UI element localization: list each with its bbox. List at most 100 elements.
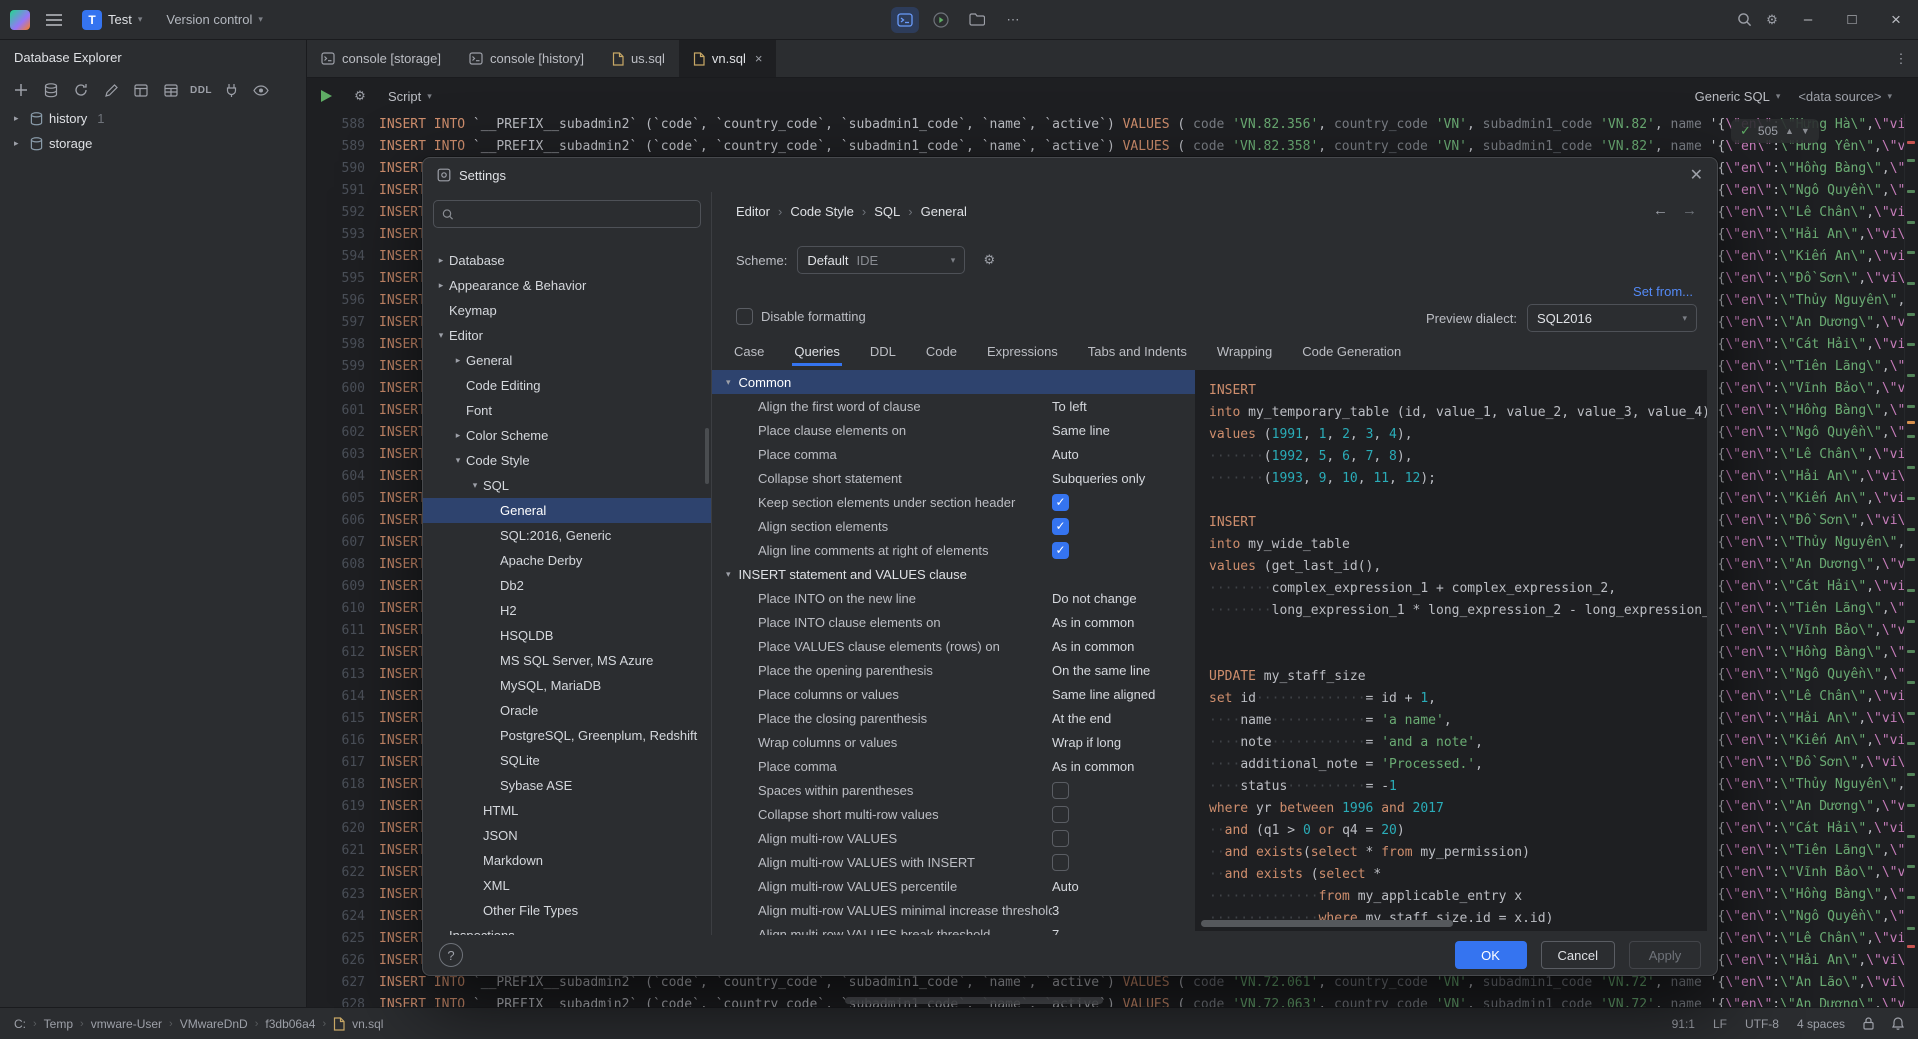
explorer-tree-item[interactable]: ▸history1 — [0, 106, 306, 131]
settings-gear-icon[interactable]: ⚙ — [1758, 7, 1786, 33]
path-segment[interactable]: VMwareDnD — [180, 1017, 248, 1031]
settings-tree-item[interactable]: ▾Code Style — [423, 448, 711, 473]
chevron-right-icon[interactable]: ▸ — [450, 423, 466, 448]
chevron-down-icon[interactable]: ▾ — [433, 323, 449, 348]
horizontal-scrollbar[interactable] — [845, 997, 1103, 1004]
settings-tree-item[interactable]: HSQLDB — [423, 623, 711, 648]
next-problem-icon[interactable]: ▼ — [1801, 126, 1810, 136]
settings-tree-item[interactable]: ▸Database — [423, 248, 711, 273]
forward-icon[interactable]: → — [1682, 202, 1697, 219]
option-row[interactable]: Place commaAs in common — [712, 754, 1195, 778]
option-row[interactable]: Place INTO on the new lineDo not change — [712, 586, 1195, 610]
settings-tree-item[interactable]: ▾Editor — [423, 323, 711, 348]
settings-tree-item[interactable]: ▸Appearance & Behavior — [423, 273, 711, 298]
cancel-button[interactable]: Cancel — [1541, 941, 1615, 969]
vcs-widget[interactable]: Version control ▾ — [166, 12, 263, 27]
settings-tree-item[interactable]: Keymap — [423, 298, 711, 323]
preview-horizontal-scrollbar[interactable] — [1201, 920, 1453, 927]
settings-tree-item[interactable]: H2 — [423, 598, 711, 623]
run-icon[interactable] — [927, 7, 955, 33]
settings-tree-item[interactable]: Markdown — [423, 848, 711, 873]
settings-tree-item[interactable]: Sybase ASE — [423, 773, 711, 798]
option-row[interactable]: Wrap columns or valuesWrap if long — [712, 730, 1195, 754]
scheme-actions-gear-icon[interactable]: ⚙ — [975, 247, 1003, 273]
option-row[interactable]: Place the opening parenthesisOn the same… — [712, 658, 1195, 682]
option-value-dropdown[interactable]: As in common — [1052, 615, 1134, 630]
option-value-dropdown[interactable]: Do not change — [1052, 591, 1137, 606]
path-segment[interactable]: f3db06a4 — [265, 1017, 315, 1031]
options-section-header[interactable]: ▾INSERT statement and VALUES clause — [712, 562, 1195, 586]
option-value-dropdown[interactable]: At the end — [1052, 711, 1111, 726]
option-row[interactable]: Align multi-row VALUES minimal increase … — [712, 898, 1195, 922]
option-value-dropdown[interactable]: Same line — [1052, 423, 1110, 438]
status-widget[interactable]: 4 spaces — [1797, 1017, 1845, 1031]
tab-close-icon[interactable]: × — [755, 51, 763, 66]
chevron-right-icon[interactable]: ▸ — [450, 348, 466, 373]
breadcrumb-item[interactable]: General — [921, 204, 967, 219]
options-section-header[interactable]: ▾Common — [712, 370, 1195, 394]
option-row[interactable]: Place VALUES clause elements (rows) onAs… — [712, 634, 1195, 658]
maximize-button[interactable]: □ — [1830, 0, 1874, 39]
settings-tree-item[interactable]: Code Editing — [423, 373, 711, 398]
settings-tree-item[interactable]: ▸Color Scheme — [423, 423, 711, 448]
chevron-right-icon[interactable]: ▸ — [433, 248, 449, 273]
tab-code[interactable]: Code — [924, 342, 959, 366]
execution-settings-icon[interactable]: ⚙ — [346, 83, 374, 109]
path-segment[interactable]: C: — [14, 1017, 26, 1031]
chevron-down-icon[interactable]: ▾ — [726, 569, 731, 580]
settings-tree-item[interactable]: Inspections — [423, 923, 711, 935]
option-value-dropdown[interactable]: Subqueries only — [1052, 471, 1145, 486]
apply-button[interactable]: Apply — [1629, 941, 1701, 969]
option-row[interactable]: Place commaAuto — [712, 442, 1195, 466]
option-row[interactable]: Place INTO clause elements onAs in commo… — [712, 610, 1195, 634]
settings-tree-item[interactable]: Font — [423, 398, 711, 423]
tree-scrollbar[interactable] — [705, 428, 709, 484]
option-row[interactable]: Align the first word of clauseTo left — [712, 394, 1195, 418]
breadcrumb-item[interactable]: SQL — [874, 204, 900, 219]
ok-button[interactable]: OK — [1455, 941, 1527, 969]
option-row[interactable]: Align multi-row VALUES break threshold7 — [712, 922, 1195, 935]
option-checkbox[interactable] — [1052, 806, 1069, 823]
search-icon[interactable] — [1730, 7, 1758, 33]
refresh-icon[interactable] — [68, 78, 94, 102]
dialog-close-icon[interactable]: ✕ — [1690, 165, 1703, 185]
status-widget[interactable]: UTF-8 — [1745, 1017, 1779, 1031]
minimize-button[interactable]: – — [1786, 0, 1830, 39]
tab-wrapping[interactable]: Wrapping — [1215, 342, 1274, 366]
option-checkbox[interactable]: ✓ — [1052, 542, 1069, 559]
path-segment[interactable]: vmware-User — [91, 1017, 162, 1031]
settings-tree-item[interactable]: MySQL, MariaDB — [423, 673, 711, 698]
editor-tab[interactable]: us.sql — [598, 40, 679, 77]
tab-code-generation[interactable]: Code Generation — [1300, 342, 1403, 366]
editor-tab[interactable]: console [storage] — [307, 40, 455, 77]
lock-icon[interactable] — [1863, 1017, 1874, 1030]
prev-problem-icon[interactable]: ▲ — [1785, 126, 1794, 136]
breadcrumb-item[interactable]: Code Style — [790, 204, 854, 219]
dialect-dropdown[interactable]: Generic SQL ▾ — [1695, 89, 1781, 104]
editor-line[interactable]: 628INSERT INTO `__PREFIX__subadmin2` (`c… — [307, 994, 1918, 1008]
option-checkbox[interactable] — [1052, 830, 1069, 847]
layout-icon[interactable] — [128, 78, 154, 102]
close-button[interactable]: × — [1874, 0, 1918, 39]
settings-tree-item[interactable]: JSON — [423, 823, 711, 848]
option-row[interactable]: Spaces within parentheses — [712, 778, 1195, 802]
chevron-down-icon[interactable]: ▾ — [450, 448, 466, 473]
option-value-dropdown[interactable]: Wrap if long — [1052, 735, 1121, 750]
option-value-dropdown[interactable]: As in common — [1052, 759, 1134, 774]
settings-search[interactable] — [433, 200, 701, 228]
path-breadcrumb[interactable]: C:›Temp›vmware-User›VMwareDnD›f3db06a4›v… — [14, 1017, 383, 1031]
terminal-icon[interactable] — [891, 7, 919, 33]
notifications-bell-icon[interactable] — [1892, 1017, 1904, 1030]
ddl-icon[interactable]: DDL — [188, 78, 214, 102]
option-value-dropdown[interactable]: As in common — [1052, 639, 1134, 654]
explorer-tree-item[interactable]: ▸storage — [0, 131, 306, 156]
more-icon[interactable]: ⋯ — [999, 7, 1027, 33]
chevron-right-icon[interactable]: ▸ — [433, 273, 449, 298]
folder-icon[interactable] — [963, 7, 991, 33]
settings-tree-item[interactable]: HTML — [423, 798, 711, 823]
option-row[interactable]: Keep section elements under section head… — [712, 490, 1195, 514]
option-checkbox[interactable]: ✓ — [1052, 518, 1069, 535]
run-script-button[interactable] — [321, 90, 332, 102]
add-icon[interactable] — [8, 78, 34, 102]
option-row[interactable]: Place the closing parenthesisAt the end — [712, 706, 1195, 730]
